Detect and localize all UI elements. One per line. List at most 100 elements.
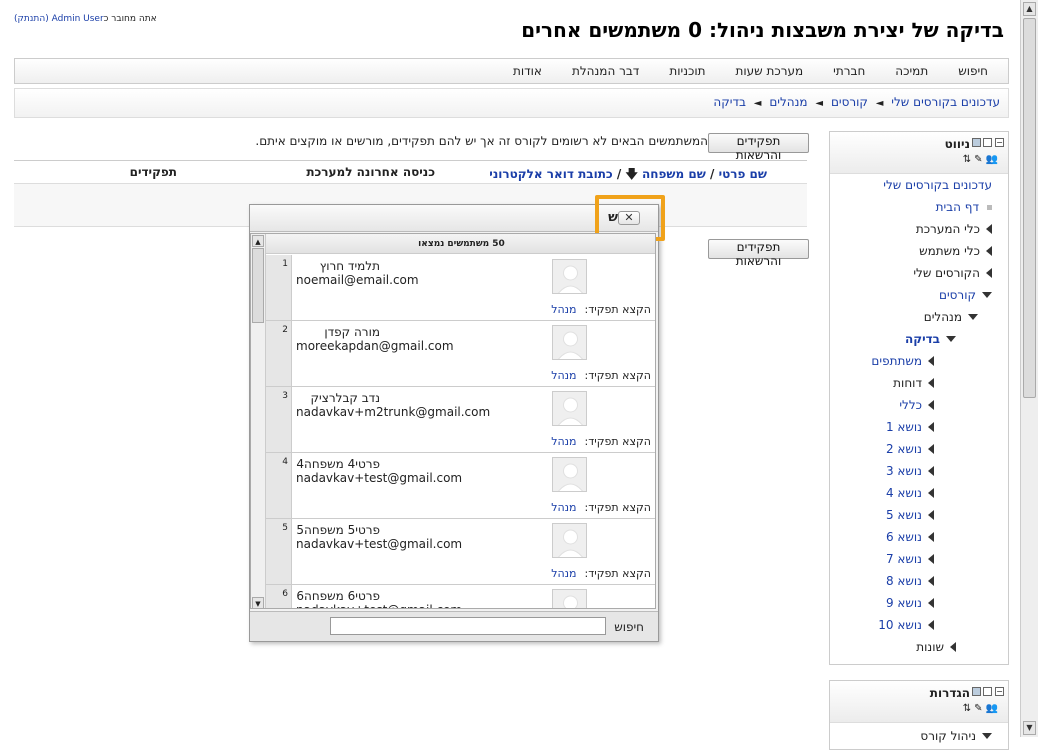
sort-down-arrow-icon: 🡇 (625, 167, 638, 181)
assign-manager-role-link[interactable]: מנהל (551, 567, 576, 580)
sort-email-link[interactable]: כתובת דואר אלקטרוני (489, 167, 612, 181)
scroll-up-arrow-icon[interactable]: ▲ (1023, 2, 1036, 16)
dialog-footer: חיפוש (250, 611, 658, 641)
nav-item[interactable]: נושא 5 (886, 508, 934, 522)
nav-item[interactable]: נושא 4 (886, 486, 934, 500)
collapsed-arrow-icon (928, 400, 934, 410)
sort-first-name-link[interactable]: שם פרטי (719, 167, 767, 181)
nav-item[interactable]: עדכונים בקורסים שלי (883, 178, 992, 192)
dock-side-icon[interactable] (972, 687, 981, 696)
navigation-block-title: ניווט (944, 137, 970, 151)
nav-item-label: ניהול קורס (920, 729, 976, 743)
nav-item[interactable]: נושא 10 (878, 618, 934, 632)
assign-manager-role-link[interactable]: מנהל (551, 501, 576, 514)
nav-item[interactable]: דף הבית (936, 200, 992, 214)
collapsed-arrow-icon (928, 510, 934, 520)
nav-item[interactable]: נושא 6 (886, 530, 934, 544)
search-input[interactable] (330, 617, 606, 635)
assign-role-label: הקצא תפקיד: (584, 369, 651, 382)
nav-item[interactable]: דוחות (893, 376, 934, 390)
nav-item[interactable]: כללי (899, 398, 934, 412)
scroll-down-arrow-icon[interactable]: ▼ (1023, 721, 1036, 735)
nav-item[interactable]: כלי משתמש (919, 244, 992, 258)
collapsed-arrow-icon (986, 246, 992, 256)
dock-icon[interactable] (983, 138, 992, 147)
collapsed-arrow-icon (928, 488, 934, 498)
scrollbar-thumb[interactable] (252, 248, 264, 323)
minimize-icon[interactable]: − (995, 138, 1004, 147)
nav-item-label: כלי משתמש (919, 244, 980, 258)
nav-item[interactable]: בדיקה (905, 332, 956, 346)
menu-item-about[interactable]: אודות (513, 64, 542, 78)
page-scrollbar[interactable]: ▲ ▼ (1020, 0, 1038, 737)
move-icon[interactable]: ⇅ (963, 154, 971, 165)
assign-role-dialog: ש ✕ ▲ ▼ 50 משתמשים נמצאו 1 תלמיד חרוץ noem… (249, 195, 665, 642)
breadcrumb-test[interactable]: בדיקה (713, 95, 746, 109)
dock-icon[interactable] (983, 687, 992, 696)
nav-item[interactable]: הקורסים שלי (913, 266, 992, 280)
assign-roles-icon[interactable]: 👥 (986, 703, 998, 714)
nav-item[interactable]: נושא 2 (886, 442, 934, 456)
dialog-header: ש ✕ (250, 195, 665, 241)
nav-item-label: נושא 9 (885, 596, 922, 610)
menu-item-search[interactable]: חיפוש (958, 64, 988, 78)
sort-last-name-link[interactable]: שם משפחה (642, 167, 706, 181)
collapsed-arrow-icon (986, 268, 992, 278)
collapsed-arrow-icon (950, 642, 956, 652)
assign-role-line: הקצא תפקיד: מנהל (551, 435, 651, 448)
nav-item[interactable]: נושא 7 (886, 552, 934, 566)
menu-item-support[interactable]: תמיכה (895, 64, 928, 78)
page-title: בדיקה של יצירת משבצות ניהול: 0 משתמשים א… (521, 18, 1004, 42)
assign-manager-role-link[interactable]: מנהל (551, 369, 576, 382)
collapsed-arrow-icon (928, 598, 934, 608)
minimize-icon[interactable]: − (995, 687, 1004, 696)
logout-link[interactable]: (התנתק) (14, 14, 49, 24)
nav-item-course-admin[interactable]: ניהול קורס (920, 729, 992, 743)
scrollbar-thumb[interactable] (1023, 18, 1036, 398)
assign-manager-role-link[interactable]: מנהל (551, 303, 576, 316)
breadcrumb-my-courses[interactable]: עדכונים בקורסים שלי (891, 95, 1000, 109)
scroll-down-arrow-icon[interactable]: ▼ (252, 597, 264, 608)
menu-item-social[interactable]: חברתי (833, 64, 865, 78)
breadcrumb-managers[interactable]: מנהלים (769, 95, 807, 109)
breadcrumb-separator: ◄ (875, 98, 884, 109)
nav-item[interactable]: מנהלים (924, 310, 978, 324)
nav-item[interactable]: נושא 1 (886, 420, 934, 434)
intro-text: המשתמשים הבאים לא רשומים לקורס זה אך יש … (255, 134, 708, 148)
assign-role-line: הקצא תפקיד: מנהל (551, 369, 651, 382)
user-avatar (552, 589, 587, 608)
edit-icon[interactable]: ✎ (974, 154, 982, 165)
assign-roles-icon[interactable]: 👥 (986, 154, 998, 165)
dialog-close-button[interactable]: ✕ (618, 211, 640, 225)
nav-item-label: נושא 1 (885, 420, 922, 434)
nav-item[interactable]: משתתפים (871, 354, 934, 368)
user-name: פרטי5 משפחה5 (296, 523, 380, 537)
scroll-up-arrow-icon[interactable]: ▲ (252, 235, 264, 247)
nav-item-label: דף הבית (935, 200, 979, 214)
nav-item[interactable]: שונות (916, 640, 956, 654)
user-avatar (552, 259, 587, 294)
nav-item[interactable]: נושא 9 (886, 596, 934, 610)
move-icon[interactable]: ⇅ (963, 703, 971, 714)
user-list-scrollbar[interactable]: ▲ ▼ (251, 234, 266, 608)
nav-item[interactable]: נושא 8 (886, 574, 934, 588)
roles-permissions-button-bottom[interactable]: תפקידים והרשאות (708, 239, 809, 268)
assign-manager-role-link[interactable]: מנהל (551, 435, 576, 448)
menu-item-principal[interactable]: דבר המנהלת (572, 64, 639, 78)
assign-role-label: הקצא תפקיד: (584, 303, 651, 316)
nav-item[interactable]: נושא 3 (886, 464, 934, 478)
user-name: נדב קבלרציק (310, 391, 380, 405)
roles-permissions-button[interactable]: תפקידים והרשאות (708, 133, 809, 162)
nav-item[interactable]: קורסים (939, 288, 992, 302)
edit-icon[interactable]: ✎ (974, 703, 982, 714)
menu-item-timetable[interactable]: מערכת שעות (736, 64, 804, 78)
settings-block-title: הגדרות (929, 686, 970, 700)
user-avatar (552, 391, 587, 426)
nav-item[interactable]: כלי המערכת (916, 222, 992, 236)
dock-side-icon[interactable] (972, 138, 981, 147)
user-email: nadavkav+test@gmail.com (296, 537, 463, 551)
breadcrumb-courses[interactable]: קורסים (831, 95, 868, 109)
menu-item-programs[interactable]: תוכניות (669, 64, 705, 78)
login-user-link[interactable]: Admin User (52, 14, 104, 24)
last-access-header: כניסה אחרונה למערכת (306, 165, 435, 179)
